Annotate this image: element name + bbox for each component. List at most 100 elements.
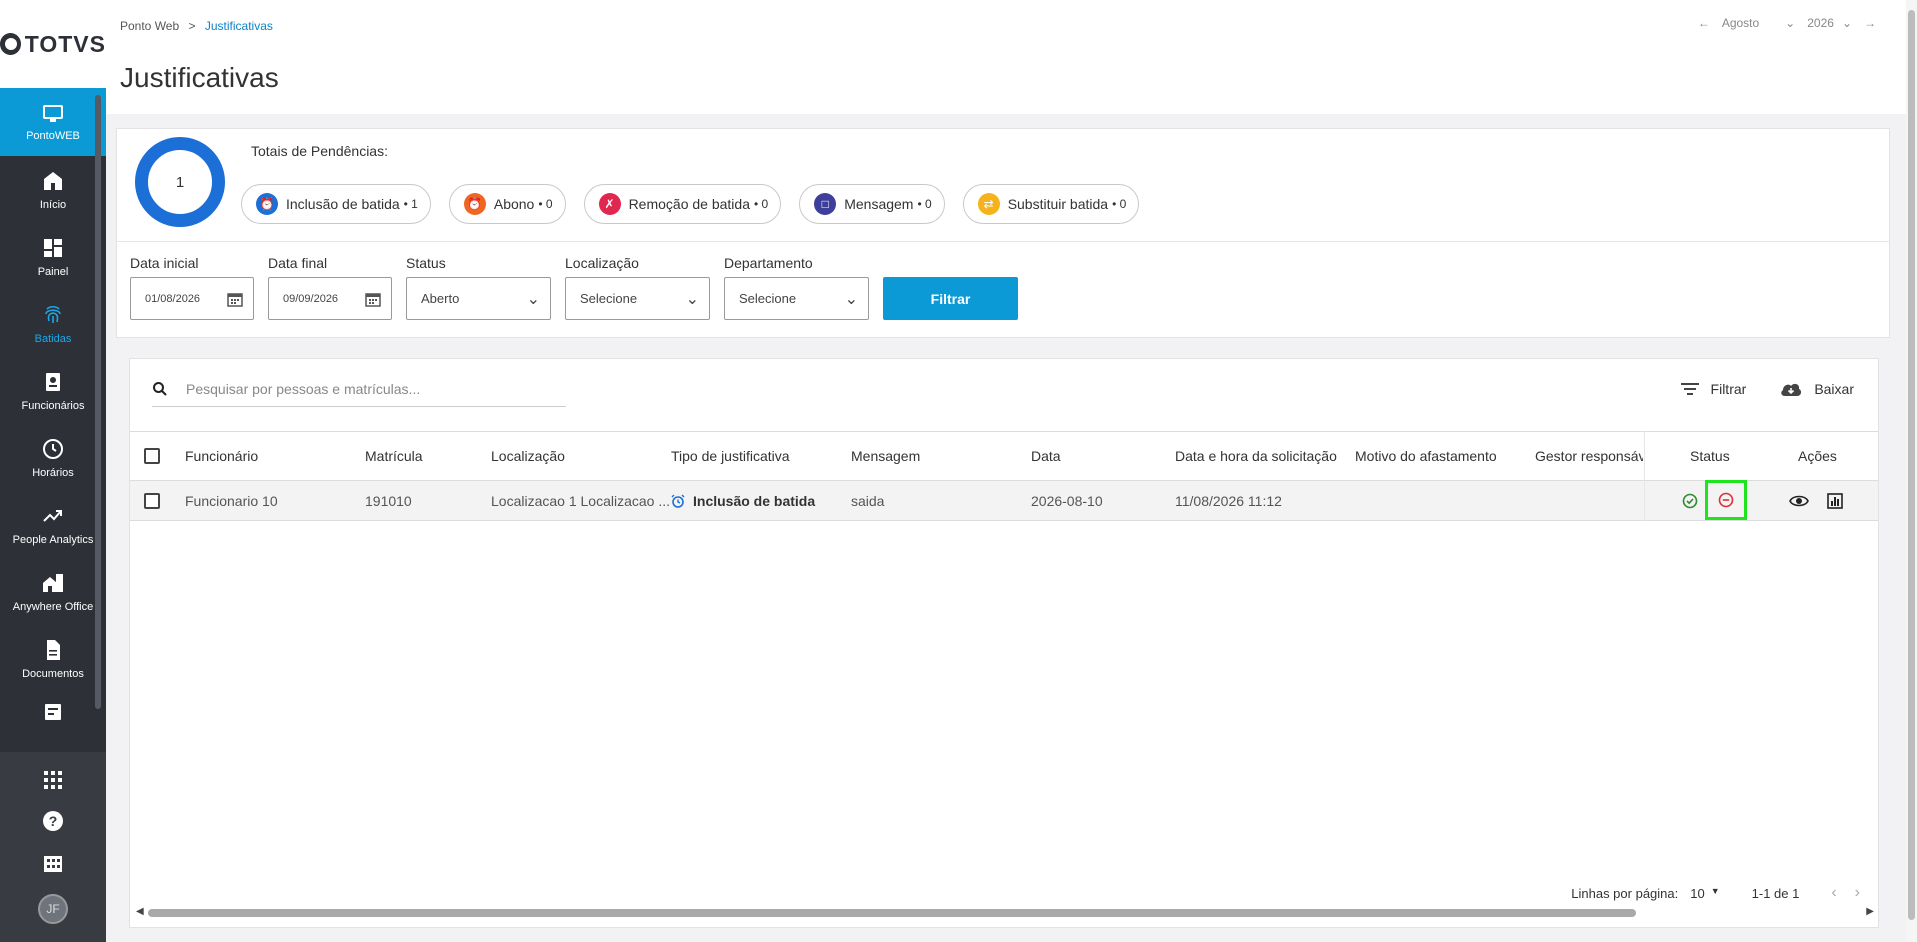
sidebar-item-anywhere-office[interactable]: Anywhere Office	[0, 558, 106, 625]
reject-button-highlight[interactable]	[1705, 480, 1747, 520]
col-motivo-afastamento[interactable]: Motivo do afastamento	[1355, 432, 1497, 480]
check-circle-icon	[1682, 493, 1698, 508]
page-header: Ponto Web > Justificativas Justificativa…	[106, 0, 1906, 114]
sidebar-item-label: Batidas	[34, 332, 72, 345]
col-data[interactable]: Data	[1031, 432, 1061, 480]
filter-label: Filtrar	[1710, 381, 1747, 397]
sidebar-item-painel[interactable]: Painel	[0, 223, 106, 290]
chip-remocao-de-batida[interactable]: ✗ Remoção de batida • 0	[583, 184, 782, 224]
caret-down-icon: ▼	[1710, 885, 1720, 896]
totvs-logo[interactable]: TOTVS	[0, 0, 106, 88]
approve-button[interactable]	[1682, 481, 1698, 520]
filter-button[interactable]: Filtrar	[1680, 381, 1747, 397]
page-scrollbar[interactable]	[1906, 0, 1917, 942]
year-value: 2026	[1807, 16, 1834, 30]
chip-mensagem[interactable]: □ Mensagem • 0	[799, 184, 945, 224]
sidebar-item-label: Início	[39, 198, 67, 211]
field-label: Status	[406, 255, 446, 271]
data-inicial-input[interactable]: 01/08/2026	[130, 277, 254, 320]
breadcrumb-root[interactable]: Ponto Web	[120, 19, 179, 33]
reject-button[interactable]	[1705, 480, 1747, 520]
arrow-right-icon[interactable]: →	[1864, 16, 1876, 30]
swap-icon: ⇄	[977, 193, 1000, 215]
departamento-select[interactable]: Selecione ⌄	[724, 277, 869, 320]
calendar-icon[interactable]	[365, 291, 381, 307]
col-localizacao[interactable]: Localização	[491, 432, 565, 480]
cell-matricula: 191010	[365, 492, 412, 509]
data-final-input[interactable]: 09/09/2026	[268, 277, 392, 320]
horizontal-scrollbar[interactable]: ◀ ▶	[136, 906, 1874, 919]
scroll-right-icon[interactable]: ▶	[1866, 906, 1874, 917]
help-icon[interactable]: ?	[42, 810, 64, 832]
arrow-left-icon[interactable]: ←	[1698, 16, 1710, 30]
chip-label: Substituir batida	[1007, 196, 1109, 212]
search-input[interactable]: Pesquisar por pessoas e matrículas...	[186, 381, 420, 397]
sidebar-item-more[interactable]	[0, 692, 106, 732]
field-value: Aberto	[421, 291, 460, 306]
sidebar-item-label: Painel	[37, 265, 69, 278]
page-scrollbar-thumb[interactable]	[1908, 10, 1915, 920]
search-bar[interactable]: Pesquisar por pessoas e matrículas...	[152, 372, 566, 407]
sidebar-item-label: PontoWEB	[26, 130, 80, 142]
sidebar-item-horarios[interactable]: Horários	[0, 424, 106, 491]
table-row[interactable]: Funcionario 10 191010 Localizacao 1 Loca…	[130, 480, 1878, 521]
sidebar-item-pontoweb[interactable]: PontoWEB	[0, 88, 106, 156]
scrollbar-thumb[interactable]	[148, 909, 1636, 917]
col-data-hora-solicitacao[interactable]: Data e hora da solicitação	[1175, 432, 1337, 480]
field-value: Selecione	[739, 291, 797, 306]
select-all-checkbox[interactable]	[144, 432, 160, 480]
year-select[interactable]: 2026 ⌄	[1807, 16, 1852, 30]
sidebar-item-batidas[interactable]: Batidas	[0, 290, 106, 357]
download-button[interactable]: Baixar	[1780, 381, 1854, 397]
prev-page-icon[interactable]: ‹	[1831, 884, 1836, 902]
chevron-down-icon: ⌄	[1841, 16, 1852, 30]
sidebar-item-funcionarios[interactable]: Funcionários	[0, 357, 106, 424]
col-matricula[interactable]: Matrícula	[365, 432, 423, 480]
cell-funcionario: Funcionario 10	[185, 492, 278, 509]
cell-data-hora: 11/08/2026 11:12	[1175, 492, 1282, 509]
sticky-column-divider	[1644, 431, 1645, 521]
sidebar-item-label: Funcionários	[21, 399, 85, 412]
checkbox-box[interactable]	[144, 448, 160, 464]
status-select[interactable]: Aberto ⌄	[406, 277, 551, 320]
sidebar-item-people-analytics[interactable]: People Analytics	[0, 491, 106, 558]
sidebar-item-label: Horários	[32, 466, 74, 479]
user-avatar[interactable]: JF	[38, 893, 68, 924]
next-page-icon[interactable]: ›	[1855, 884, 1860, 902]
alarm-off-icon: ✗	[598, 193, 621, 215]
chip-inclusao-de-batida[interactable]: ⏰ Inclusão de batida • 1	[241, 184, 431, 224]
localizacao-select[interactable]: Selecione ⌄	[565, 277, 710, 320]
chip-abono[interactable]: ⏰ Abono • 0	[448, 184, 566, 224]
filter-data-final: Data final 09/09/2026	[268, 255, 392, 320]
sidebar-item-inicio[interactable]: Início	[0, 156, 106, 223]
checkbox-box[interactable]	[144, 492, 160, 509]
sidebar-scrollbar[interactable]	[95, 95, 101, 709]
sidebar-item-label: People Analytics	[12, 533, 94, 546]
row-checkbox[interactable]	[144, 481, 160, 520]
col-mensagem[interactable]: Mensagem	[851, 432, 920, 480]
col-gestor-responsavel[interactable]: Gestor responsáve	[1535, 432, 1643, 480]
download-label: Baixar	[1814, 381, 1854, 397]
col-funcionario[interactable]: Funcionário	[185, 432, 258, 480]
field-label: Data inicial	[130, 255, 199, 271]
month-select[interactable]: Agosto ⌄	[1722, 16, 1795, 30]
message-icon: □	[814, 193, 837, 215]
chip-label: Mensagem	[844, 196, 914, 212]
building-icon[interactable]	[43, 853, 63, 873]
fingerprint-icon	[45, 305, 61, 323]
rows-per-page-select[interactable]: 10 ▼	[1690, 886, 1719, 901]
totals-label: Totais de Pendências:	[251, 143, 388, 159]
report-button[interactable]	[1827, 481, 1843, 520]
pending-chips: ⏰ Inclusão de batida • 1 ⏰ Abono • 0 ✗ R…	[241, 184, 1140, 224]
cell-localizacao: Localizacao 1 Localizacao ...	[491, 492, 670, 509]
scroll-left-icon[interactable]: ◀	[136, 906, 144, 917]
filter-status: Status Aberto ⌄	[406, 255, 551, 320]
sidebar-item-documentos[interactable]: Documentos	[0, 625, 106, 692]
office-icon	[43, 573, 63, 592]
chip-substituir-batida[interactable]: ⇄ Substituir batida • 0	[962, 184, 1140, 224]
filtrar-button[interactable]: Filtrar	[883, 277, 1018, 320]
calendar-icon[interactable]	[227, 291, 243, 307]
apps-grid-icon[interactable]	[44, 770, 62, 789]
view-button[interactable]	[1789, 481, 1809, 520]
col-tipo-de-justificativa[interactable]: Tipo de justificativa	[671, 432, 790, 480]
